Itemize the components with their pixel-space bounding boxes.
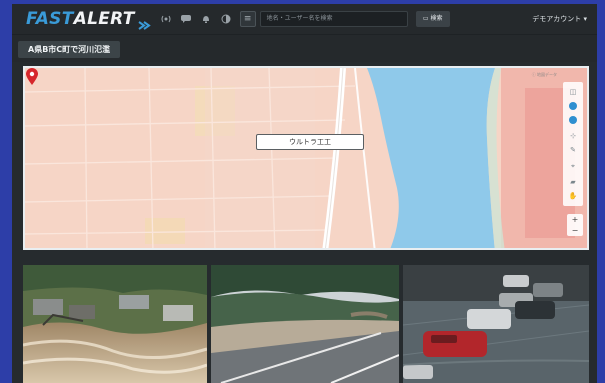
search-button[interactable]: ▭ 検索 <box>415 11 450 27</box>
car-icon[interactable]: ▰ <box>567 176 579 188</box>
flooded-parking-photo[interactable] <box>403 265 589 383</box>
zoom-in-button[interactable]: + <box>567 214 583 225</box>
logo-fast: FAST <box>26 9 74 29</box>
draw-icon[interactable]: ✎ <box>567 144 579 156</box>
zoom-control: + − <box>567 214 583 236</box>
chat-icon[interactable] <box>180 14 192 24</box>
search-input[interactable]: 地名・ユーザー名を検索 <box>259 11 408 27</box>
layers-icon[interactable]: ◫ <box>567 86 579 98</box>
ruler-icon[interactable] <box>567 114 579 126</box>
app-frame: FAST ALERT ≡ 地名・ユーザー名を検索 ▭ 検索 デモアカウント ▾ A… <box>12 4 597 383</box>
menu-icon[interactable]: ≡ <box>239 11 256 27</box>
zoom-out-button[interactable]: − <box>567 225 583 236</box>
map-view[interactable]: ⓘ 地図データ ◫ ⊹ ✎ ⌖ ▰ ✋ + − ウルトラ工工 <box>23 66 589 250</box>
bell-icon[interactable] <box>200 14 212 24</box>
search-button-label: 検索 <box>430 15 443 22</box>
flooded-road-photo[interactable] <box>211 265 399 383</box>
settings-icon[interactable]: ⊹ <box>567 130 579 142</box>
flooded-village-photo[interactable] <box>23 265 207 383</box>
photo-gallery <box>23 265 589 383</box>
account-label: デモアカウント <box>532 15 582 23</box>
hand-icon[interactable]: ✋ <box>567 190 579 202</box>
location-icon[interactable] <box>567 100 579 112</box>
map-pin-icon[interactable] <box>25 68 39 86</box>
map-marker-tooltip: ウルトラ工工 <box>256 134 364 150</box>
map-attribution: ⓘ 地図データ <box>531 72 557 77</box>
chevron-down-icon: ▾ <box>583 15 587 23</box>
top-bar: FAST ALERT ≡ 地名・ユーザー名を検索 ▭ 検索 デモアカウント ▾ <box>12 4 597 34</box>
map-canvas <box>25 68 587 248</box>
account-menu[interactable]: デモアカウント ▾ <box>532 14 587 24</box>
contrast-icon[interactable] <box>220 14 232 24</box>
logo-alert: ALERT <box>73 9 135 29</box>
map-toolbar: ◫ ⊹ ✎ ⌖ ▰ ✋ <box>563 82 583 206</box>
fastalert-logo[interactable]: FAST ALERT <box>26 9 152 30</box>
title-bar: A県B市C町で河川氾濫 <box>12 34 597 62</box>
broadcast-icon[interactable] <box>160 14 172 24</box>
logo-chevron-icon <box>138 15 152 30</box>
search-icon: ▭ <box>422 15 429 22</box>
pin-icon[interactable]: ⌖ <box>567 160 579 172</box>
page-title: A県B市C町で河川氾濫 <box>18 41 121 58</box>
